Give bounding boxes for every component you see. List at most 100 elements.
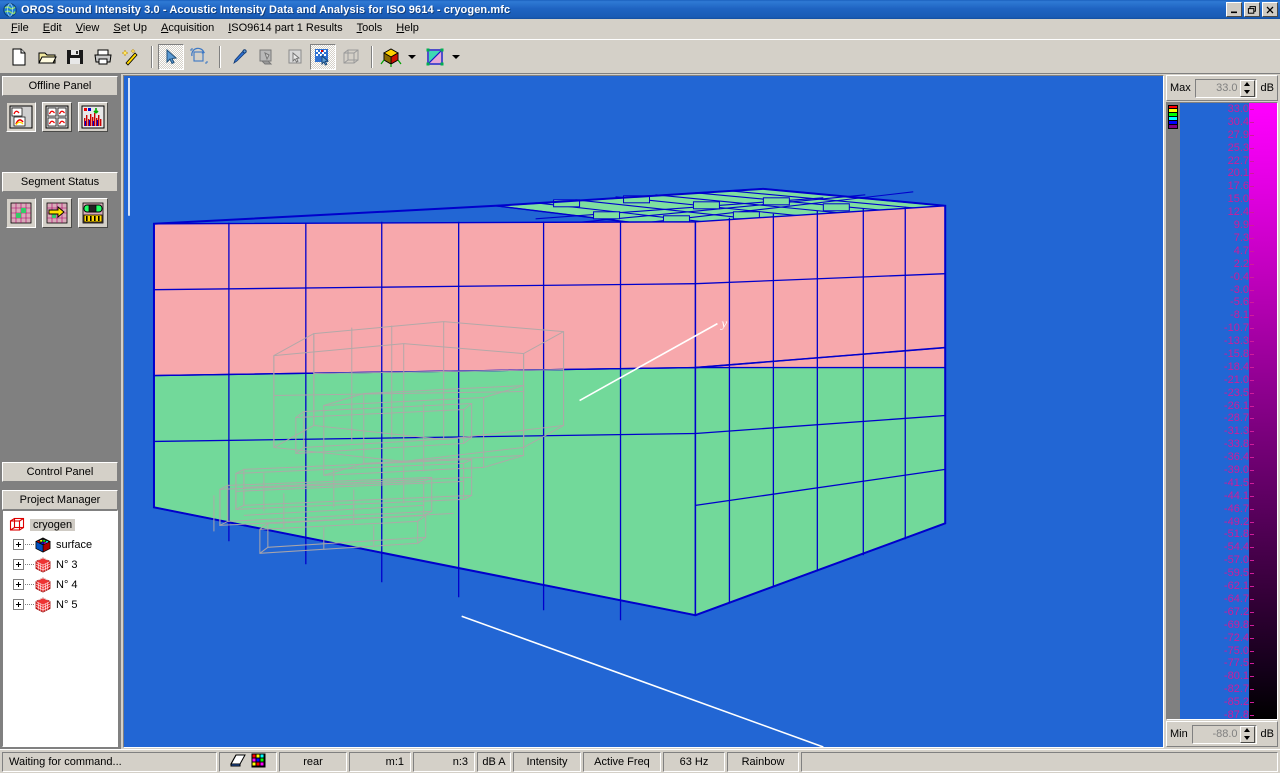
status-message: Waiting for command... — [2, 751, 217, 772]
offline-spectrum-icon[interactable] — [78, 102, 108, 132]
menu-bar: FFileile Edit View Set Up Acquisition IS… — [0, 19, 1280, 39]
tree-item-surface[interactable]: surface — [5, 535, 117, 555]
offline-single-view-icon[interactable] — [6, 102, 36, 132]
swatch-purple — [1168, 125, 1178, 129]
probe-pin-icon[interactable] — [226, 44, 252, 70]
menu-item-iso9614-results[interactable]: ISO9614 part 1 Results — [221, 20, 349, 37]
wireframe-cube-icon[interactable] — [338, 44, 364, 70]
status-frequency-mode[interactable]: Active Freq — [583, 751, 661, 772]
cube-outline-icon — [9, 517, 26, 533]
pointer-arrow-icon[interactable] — [158, 43, 184, 70]
scale-tick: -62.1 — [1223, 580, 1255, 593]
tree-item-n3[interactable]: N° 3 — [5, 555, 117, 575]
shaded-triangle-icon[interactable] — [422, 44, 448, 70]
scale-tick: -0.4 — [1230, 270, 1254, 283]
color-scale-bar[interactable]: 33.0 30.4 27.9 25.3 22.7 20.1 17.6 15.0 12.4 9.9 7… — [1166, 102, 1278, 720]
scale-tick: -69.8 — [1223, 618, 1255, 631]
scale-tick: -28.7 — [1223, 412, 1255, 425]
expand-toggle-icon[interactable] — [13, 579, 24, 590]
menu-item-edit[interactable]: Edit — [36, 20, 69, 37]
paste-surface-icon[interactable] — [254, 44, 280, 70]
menu-item-tools[interactable]: Tools — [350, 20, 390, 37]
status-mesh-n[interactable]: n:3 — [413, 751, 475, 772]
palette-swatches[interactable] — [1167, 103, 1179, 719]
color-palette-icon[interactable] — [251, 753, 266, 771]
status-bar: Waiting for command... rear m:1 n:3 dB A… — [0, 749, 1280, 773]
max-spinner-row: Max 33.0 dB — [1166, 75, 1278, 101]
3d-viewport[interactable]: y — [123, 75, 1164, 748]
project-tree[interactable]: cryogen surface N° 3 N° 4 N° 5 — [2, 509, 118, 747]
menu-item-file[interactable]: FFileile — [4, 20, 36, 37]
menu-item-view[interactable]: View — [69, 20, 107, 37]
new-icon[interactable] — [6, 44, 32, 70]
tree-label: surface — [56, 538, 93, 551]
menu-item-help[interactable]: Help — [389, 20, 426, 37]
tree-label: cryogen — [30, 518, 76, 531]
scale-tick: -26.1 — [1223, 399, 1255, 412]
maximize-restore-button[interactable] — [1244, 2, 1260, 17]
status-view-orientation[interactable]: rear — [279, 751, 347, 772]
min-input[interactable]: -88.0 — [1191, 724, 1257, 744]
min-stepper[interactable] — [1239, 725, 1255, 743]
close-button[interactable] — [1262, 2, 1278, 17]
min-stepper-down[interactable] — [1241, 734, 1254, 742]
print-icon[interactable] — [90, 44, 116, 70]
min-stepper-up[interactable] — [1241, 727, 1254, 735]
scale-tick: -36.4 — [1223, 451, 1255, 464]
tree-item-cryogen[interactable]: cryogen — [5, 515, 117, 535]
mesh-map-icon[interactable] — [310, 43, 336, 70]
status-quantity[interactable]: Intensity — [513, 751, 581, 772]
project-manager-header[interactable]: Project Manager — [2, 489, 118, 510]
segment-status-spacer — [0, 228, 120, 460]
color-cube-dropdown-arrow-icon[interactable] — [406, 44, 418, 70]
offline-panel-buttons — [0, 96, 120, 132]
tree-item-n5[interactable]: N° 5 — [5, 595, 117, 615]
rotate-object-icon[interactable] — [186, 44, 212, 70]
segment-next-arrow-icon[interactable] — [42, 198, 72, 228]
segment-status-header[interactable]: Segment Status — [2, 172, 118, 192]
tree-connector — [25, 604, 35, 605]
status-palette-name[interactable]: Rainbow — [727, 751, 799, 772]
minimize-button[interactable] — [1226, 2, 1242, 17]
status-weighting[interactable]: dB A — [477, 751, 511, 772]
max-stepper[interactable] — [1239, 79, 1255, 97]
offline-quad-view-icon[interactable] — [42, 102, 72, 132]
max-stepper-down[interactable] — [1241, 88, 1254, 96]
status-mesh-m[interactable]: m:1 — [349, 751, 411, 772]
scale-tick: -49.2 — [1223, 515, 1255, 528]
tree-connector — [25, 544, 35, 545]
tree-item-n4[interactable]: N° 4 — [5, 575, 117, 595]
min-label: Min — [1170, 728, 1188, 740]
magic-wand-icon[interactable] — [118, 44, 144, 70]
menu-item-setup[interactable]: Set Up — [106, 20, 154, 37]
save-floppy-icon[interactable] — [62, 44, 88, 70]
max-stepper-up[interactable] — [1241, 81, 1254, 89]
offline-panel-spacer — [0, 132, 120, 170]
scale-tick: 30.4 — [1227, 115, 1255, 128]
max-input[interactable]: 33.0 — [1194, 78, 1257, 98]
application-window: OROS Sound Intensity 3.0 - Acoustic Inte… — [0, 0, 1280, 773]
scale-tick: -64.7 — [1223, 592, 1255, 605]
segment-measure-icon[interactable] — [78, 198, 108, 228]
scale-tick: -85.2 — [1223, 696, 1255, 709]
control-panel-header[interactable]: Control Panel — [2, 461, 118, 482]
scale-tick: -39.0 — [1223, 464, 1255, 477]
offline-panel-header[interactable]: Offline Panel — [2, 76, 118, 96]
globe-icon — [3, 2, 17, 17]
scale-tick: -41.5 — [1223, 476, 1255, 489]
expand-toggle-icon[interactable] — [13, 539, 24, 550]
menu-item-acquisition[interactable]: Acquisition — [154, 20, 221, 37]
expand-toggle-icon[interactable] — [13, 559, 24, 570]
scale-tick: -44.1 — [1223, 489, 1255, 502]
scale-tick: -59.5 — [1223, 567, 1255, 580]
expand-toggle-icon[interactable] — [13, 599, 24, 610]
open-folder-icon[interactable] — [34, 44, 60, 70]
status-frequency-band[interactable]: 63 Hz — [663, 751, 725, 772]
segment-grid-icon[interactable] — [6, 198, 36, 228]
shading-dropdown-arrow-icon[interactable] — [450, 44, 462, 70]
scale-tick: 4.7 — [1233, 244, 1255, 257]
book-icon[interactable] — [230, 753, 246, 771]
scale-tick: 25.3 — [1227, 141, 1255, 154]
select-segment-icon[interactable] — [282, 44, 308, 70]
color-cube-icon[interactable] — [378, 44, 404, 70]
